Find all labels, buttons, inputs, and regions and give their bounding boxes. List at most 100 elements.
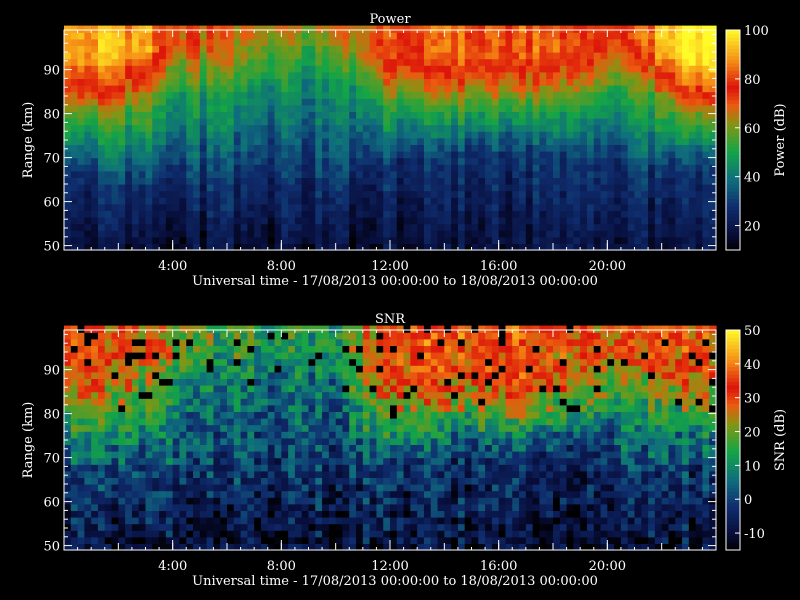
- heatmap-cell: [695, 52, 704, 60]
- heatmap-cell: [437, 184, 445, 192]
- heatmap-cell: [179, 111, 187, 119]
- heatmap-cell: [247, 490, 255, 498]
- heatmap-cell: [213, 104, 221, 112]
- heatmap-cell: [111, 78, 119, 86]
- heatmap-cell: [573, 45, 581, 53]
- heatmap-cell: [233, 536, 242, 544]
- heatmap-cell: [165, 230, 174, 238]
- heatmap-cell: [641, 38, 649, 46]
- heatmap-cell: [97, 477, 106, 485]
- heatmap-cell: [77, 490, 85, 498]
- heatmap-cell: [627, 217, 636, 225]
- heatmap-cell: [138, 391, 147, 399]
- heatmap-cell: [335, 385, 344, 393]
- heatmap-cell: [240, 523, 248, 531]
- heatmap-cell: [627, 104, 636, 112]
- heatmap-cell: [131, 104, 140, 112]
- heatmap-cell: [328, 197, 337, 205]
- heatmap-cell: [342, 523, 350, 531]
- heatmap-cell: [322, 470, 330, 478]
- heatmap-cell: [179, 217, 187, 225]
- heatmap-cell: [186, 137, 194, 145]
- heatmap-cell: [254, 52, 262, 60]
- heatmap-cell: [267, 490, 276, 498]
- heatmap-cell: [227, 490, 235, 498]
- heatmap-cell: [125, 25, 133, 33]
- heatmap-cell: [77, 203, 85, 211]
- heatmap-cell: [356, 378, 364, 386]
- heatmap-cell: [403, 58, 411, 66]
- heatmap-cell: [559, 170, 568, 178]
- heatmap-cell: [186, 431, 194, 439]
- heatmap-cell: [199, 457, 208, 465]
- heatmap-cell: [566, 177, 574, 185]
- heatmap-cell: [634, 230, 642, 238]
- heatmap-cell: [294, 398, 303, 406]
- heatmap-cell: [362, 177, 371, 185]
- heatmap-cell: [525, 32, 534, 40]
- heatmap-cell: [580, 223, 588, 231]
- heatmap-cell: [70, 52, 79, 60]
- heatmap-cell: [220, 197, 228, 205]
- heatmap-cell: [131, 217, 140, 225]
- heatmap-cell: [301, 230, 310, 238]
- heatmap-cell: [159, 25, 167, 33]
- heatmap-cell: [423, 45, 432, 53]
- heatmap-cell: [634, 111, 642, 119]
- heatmap-cell: [498, 32, 507, 40]
- heatmap-cell: [641, 124, 649, 132]
- heatmap-cell: [220, 497, 228, 505]
- heatmap-cell: [247, 223, 255, 231]
- heatmap-cell: [281, 503, 289, 511]
- heatmap-cell: [131, 424, 140, 432]
- heatmap-cell: [328, 124, 337, 132]
- heatmap-cell: [111, 91, 119, 99]
- heatmap-cell: [294, 197, 303, 205]
- heatmap-cell: [260, 530, 269, 538]
- heatmap-cell: [661, 230, 670, 238]
- heatmap-cell: [478, 170, 486, 178]
- heatmap-cell: [627, 91, 636, 99]
- heatmap-cell: [159, 164, 167, 172]
- heatmap-cell: [288, 490, 296, 498]
- heatmap-cell: [125, 497, 133, 505]
- heatmap-cell: [301, 477, 310, 485]
- heatmap-cell: [661, 197, 670, 205]
- heatmap-cell: [634, 65, 642, 73]
- heatmap-cell: [559, 45, 568, 53]
- heatmap-cell: [342, 398, 350, 406]
- heatmap-cell: [478, 144, 486, 152]
- heatmap-cell: [335, 38, 344, 46]
- heatmap-cell: [294, 65, 303, 73]
- heatmap-cell: [294, 203, 303, 211]
- heatmap-cell: [152, 65, 160, 73]
- heatmap-cell: [165, 177, 174, 185]
- heatmap-cell: [193, 131, 201, 139]
- heatmap-cell: [356, 464, 364, 472]
- heatmap-cell: [64, 38, 72, 46]
- heatmap-cell: [688, 230, 697, 238]
- heatmap-cell: [193, 404, 201, 412]
- heatmap-cell: [661, 25, 670, 33]
- heatmap-cell: [125, 71, 133, 79]
- heatmap-cell: [627, 45, 636, 53]
- heatmap-cell: [322, 523, 330, 531]
- heatmap-cell: [288, 385, 296, 393]
- heatmap-cell: [539, 85, 547, 93]
- heatmap-cell: [464, 164, 473, 172]
- heatmap-cell: [546, 58, 554, 66]
- heatmap-cell: [308, 236, 316, 244]
- heatmap-cell: [668, 203, 676, 211]
- heatmap-cell: [709, 58, 717, 66]
- heatmap-cell: [308, 385, 316, 393]
- heatmap-cell: [335, 464, 344, 472]
- heatmap-cell: [77, 424, 85, 432]
- heatmap-cell: [586, 118, 595, 126]
- heatmap-cell: [77, 104, 85, 112]
- heatmap-cell: [627, 38, 636, 46]
- colorbar-step: [726, 30, 740, 35]
- heatmap-cell: [335, 517, 344, 525]
- heatmap-cell: [505, 85, 513, 93]
- heatmap-cell: [478, 118, 486, 126]
- heatmap-cell: [267, 223, 276, 231]
